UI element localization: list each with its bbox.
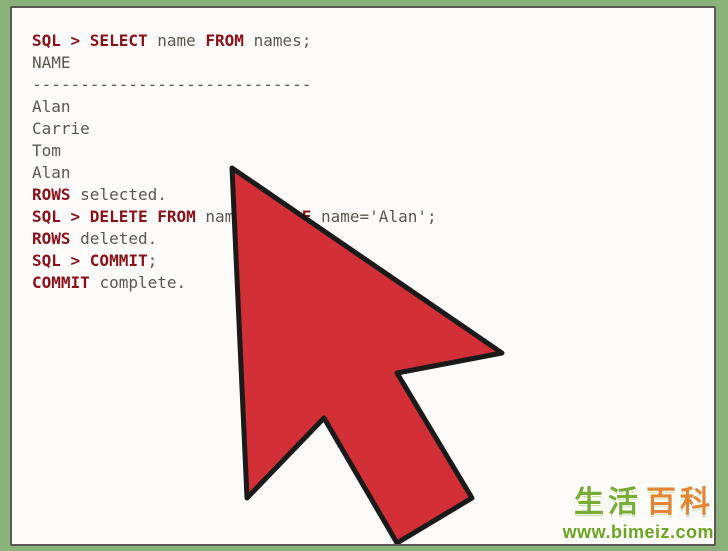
watermark-cn-main: 生活 <box>574 477 642 521</box>
watermark-text-cn: 生活 百科 <box>574 477 714 521</box>
token: ----------------------------- <box>32 75 311 94</box>
token: Carrie <box>32 119 90 138</box>
terminal-line: NAME <box>32 52 694 74</box>
token: SQL <box>32 251 71 270</box>
token: WHERE <box>263 207 321 226</box>
token: ROWS <box>32 185 80 204</box>
token: SQL <box>32 31 71 50</box>
token: ; <box>427 207 437 226</box>
token: SELECT <box>90 31 157 50</box>
token: NAME <box>32 53 71 72</box>
terminal-line: ----------------------------- <box>32 74 694 96</box>
token: Alan <box>32 163 71 182</box>
token: DELETE <box>90 207 157 226</box>
terminal-line: SQL > SELECT name FROM names; <box>32 30 694 52</box>
token: 'Alan' <box>369 207 427 226</box>
token: COMMIT <box>32 273 99 292</box>
terminal-line: ROWS deleted. <box>32 228 694 250</box>
token: COMMIT <box>90 251 148 270</box>
terminal-panel: SQL > SELECT name FROM names;NAME-------… <box>10 6 716 546</box>
terminal-line: Tom <box>32 140 694 162</box>
token: complete. <box>99 273 186 292</box>
watermark-cn-accent: 百科 <box>646 477 714 521</box>
outer-frame: SQL > SELECT name FROM names;NAME-------… <box>0 0 728 551</box>
token: deleted. <box>80 229 157 248</box>
terminal-line: Carrie <box>32 118 694 140</box>
watermark-url: www.bimeiz.com <box>563 522 714 543</box>
token: names; <box>254 31 312 50</box>
token: selected. <box>80 185 167 204</box>
terminal-line: Alan <box>32 162 694 184</box>
token: > <box>71 251 90 270</box>
terminal-line: Alan <box>32 96 694 118</box>
token: Tom <box>32 141 61 160</box>
token: ; <box>148 251 158 270</box>
terminal-line: SQL > COMMIT; <box>32 250 694 272</box>
token: > <box>71 207 90 226</box>
terminal-line: COMMIT complete. <box>32 272 694 294</box>
token: FROM <box>157 207 205 226</box>
token: ROWS <box>32 229 80 248</box>
terminal-line: SQL > DELETE FROM names WHERE name='Alan… <box>32 206 694 228</box>
token: name <box>157 31 205 50</box>
terminal-output: SQL > SELECT name FROM names;NAME-------… <box>32 30 694 294</box>
token: > <box>71 31 90 50</box>
terminal-line: ROWS selected. <box>32 184 694 206</box>
token: names <box>205 207 263 226</box>
token: SQL <box>32 207 71 226</box>
token: Alan <box>32 97 71 116</box>
token: name= <box>321 207 369 226</box>
token: FROM <box>205 31 253 50</box>
